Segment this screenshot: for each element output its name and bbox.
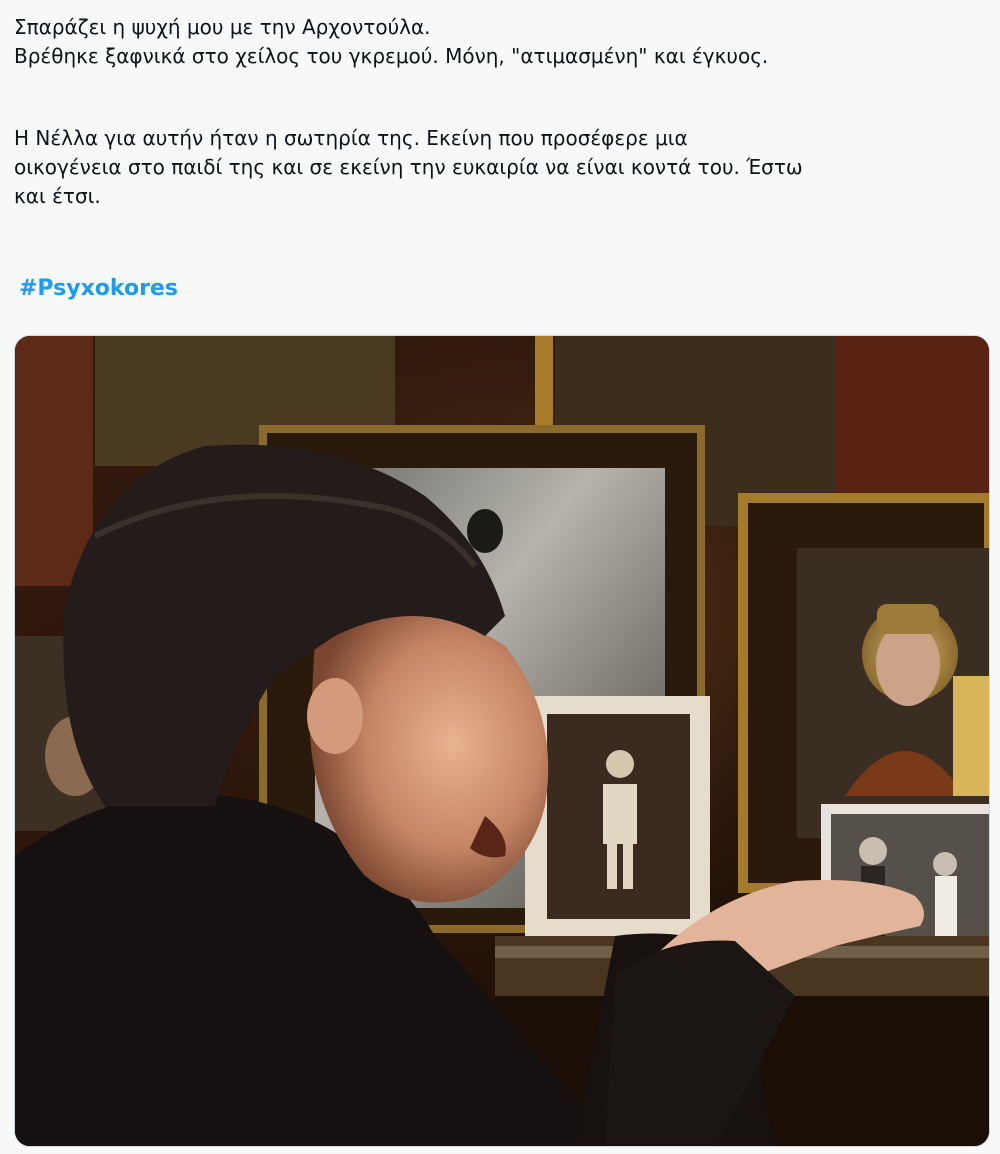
tweet-line: Η Νέλλα για αυτήν ήταν η σωτηρία της. Εκ… [14, 126, 688, 150]
tweet-paragraph-1: Σπαράζει η ψυχή μου με την Αρχοντούλα. Β… [14, 13, 768, 71]
tweet-photo[interactable] [14, 335, 990, 1147]
tweet-line: οικογένεια στο παιδί της και σε εκείνη τ… [14, 155, 803, 179]
tweet-line: Βρέθηκε ξαφνικά στο χείλος του γκρεμού. … [14, 44, 769, 68]
tweet-line: και έτσι. [14, 184, 101, 208]
tweet-line: Σπαράζει η ψυχή μου με την Αρχοντούλα. [14, 15, 431, 39]
hashtag-link[interactable]: #Psyxokores [19, 276, 178, 301]
tweet-paragraph-2: Η Νέλλα για αυτήν ήταν η σωτηρία της. Εκ… [14, 124, 803, 211]
photo-illustration [15, 336, 989, 1146]
